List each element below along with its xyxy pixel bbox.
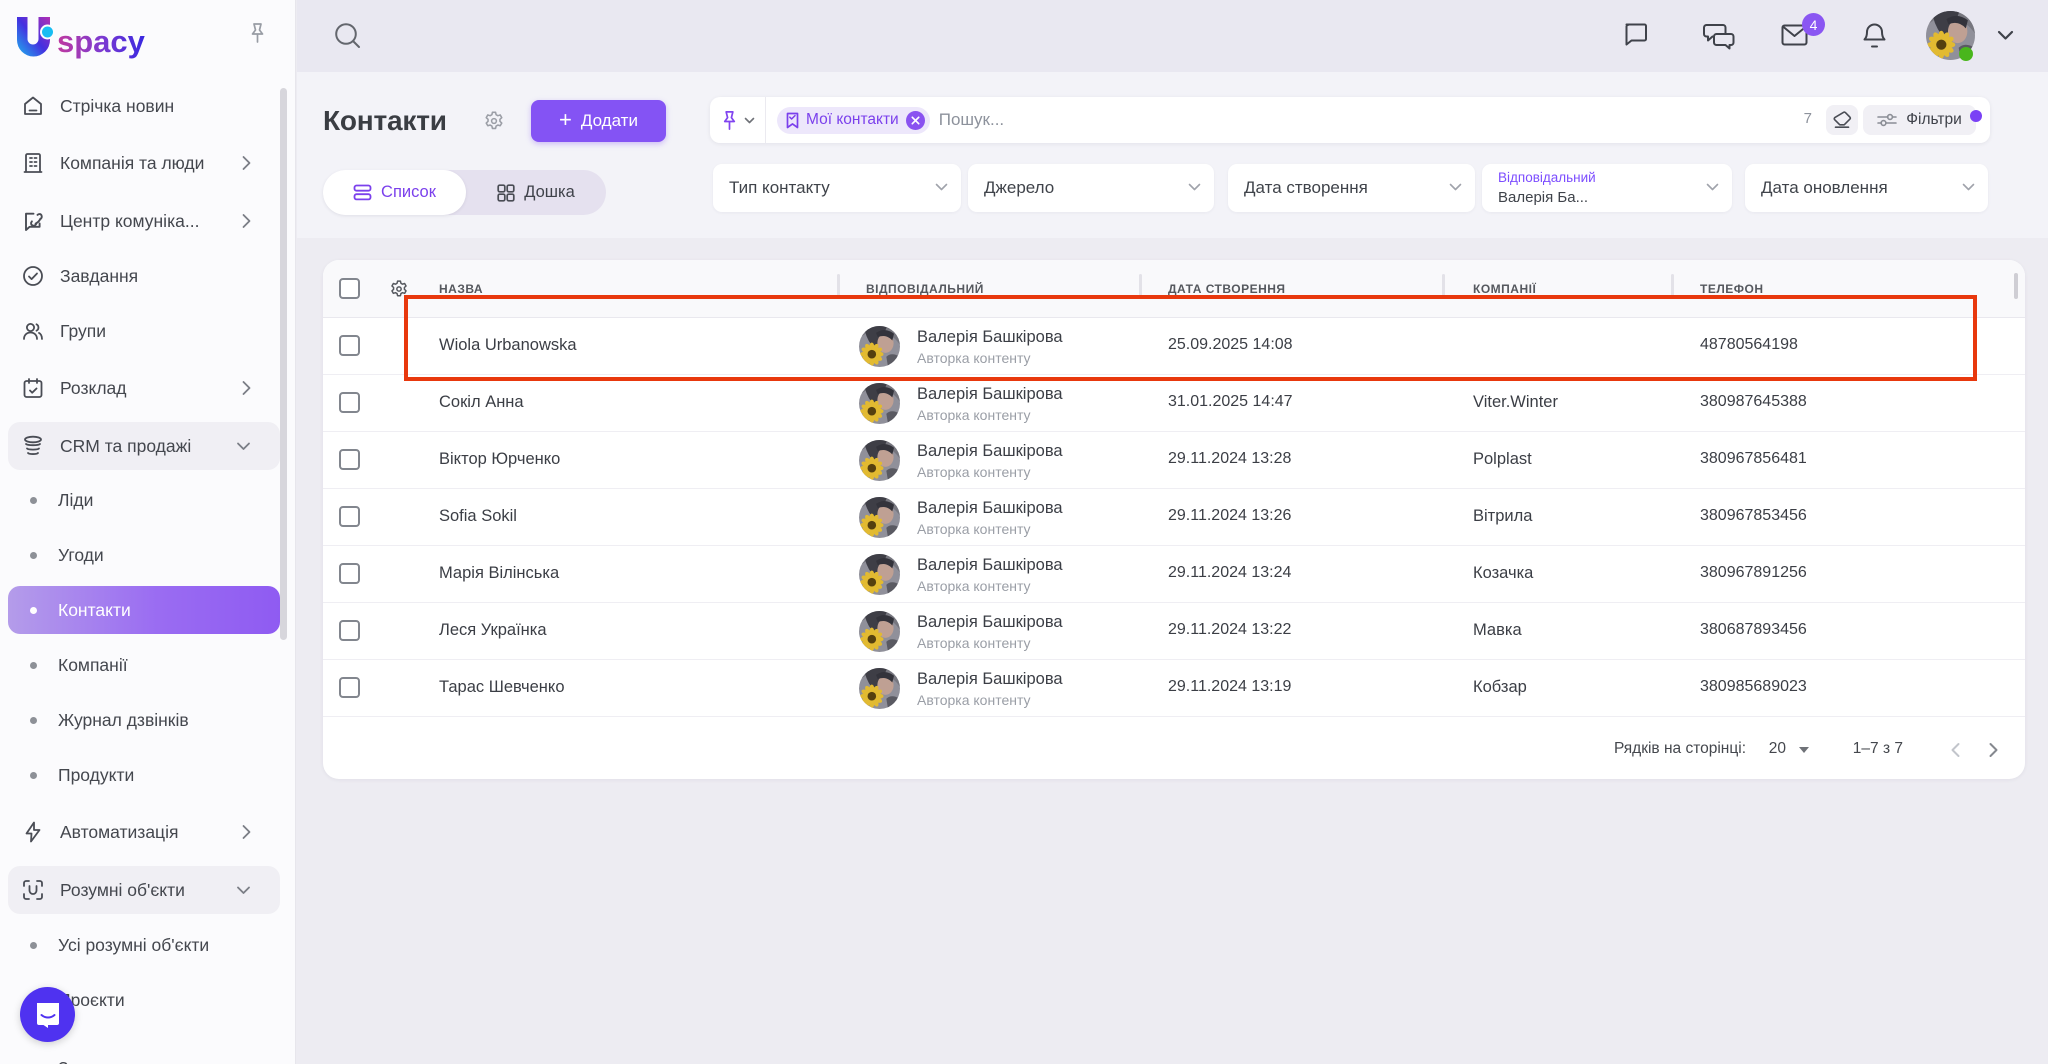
svg-text:spacy: spacy xyxy=(57,24,146,59)
